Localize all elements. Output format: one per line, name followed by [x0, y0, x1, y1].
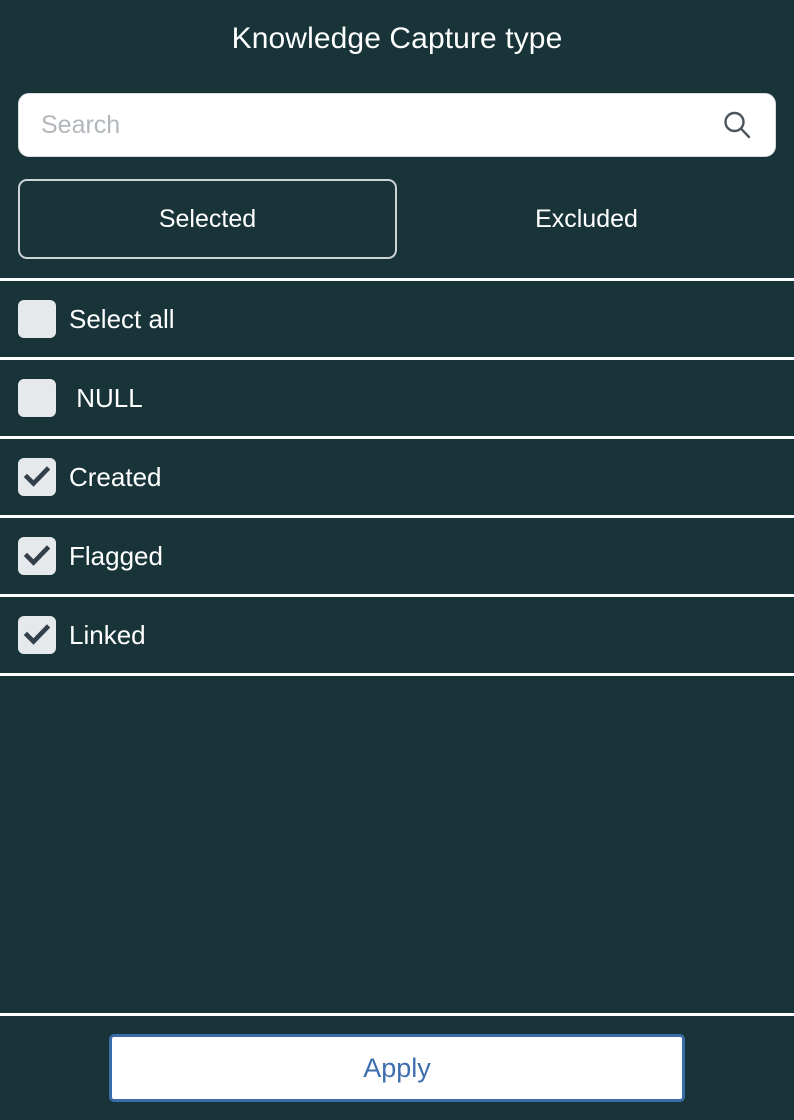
footer-bar: Apply [0, 1013, 794, 1120]
list-item-flagged[interactable]: Flagged [0, 518, 794, 597]
list-item-created[interactable]: Created [0, 439, 794, 518]
filter-mode-tabs: Selected Excluded [0, 179, 794, 259]
tab-excluded[interactable]: Excluded [397, 179, 776, 259]
list-item-null[interactable]: NULL [0, 360, 794, 439]
knowledge-capture-type-filter-panel: Knowledge Capture type Selected Excluded… [0, 0, 794, 1120]
list-item-label: Select all [69, 304, 175, 334]
checkbox-checked-icon[interactable] [18, 537, 56, 575]
checkbox-unchecked-icon[interactable] [18, 379, 56, 417]
apply-button[interactable]: Apply [109, 1034, 685, 1102]
checkbox-unchecked-icon[interactable] [18, 300, 56, 338]
search-input[interactable] [19, 94, 775, 156]
search-field-container[interactable] [18, 93, 776, 157]
page-title: Knowledge Capture type [231, 22, 563, 55]
list-item-label: Linked [69, 620, 146, 650]
list-item-label: Created [69, 462, 162, 492]
list-item-label: NULL [69, 383, 143, 413]
empty-list-area [0, 676, 794, 1013]
checkbox-checked-icon[interactable] [18, 458, 56, 496]
list-item-linked[interactable]: Linked [0, 597, 794, 676]
checkbox-checked-icon[interactable] [18, 616, 56, 654]
list-item-label: Flagged [69, 541, 163, 571]
search-icon[interactable] [721, 109, 753, 141]
option-list: Select all NULL Created Flagged Linked [0, 278, 794, 676]
tab-selected[interactable]: Selected [18, 179, 397, 259]
list-item-select-all[interactable]: Select all [0, 281, 794, 360]
